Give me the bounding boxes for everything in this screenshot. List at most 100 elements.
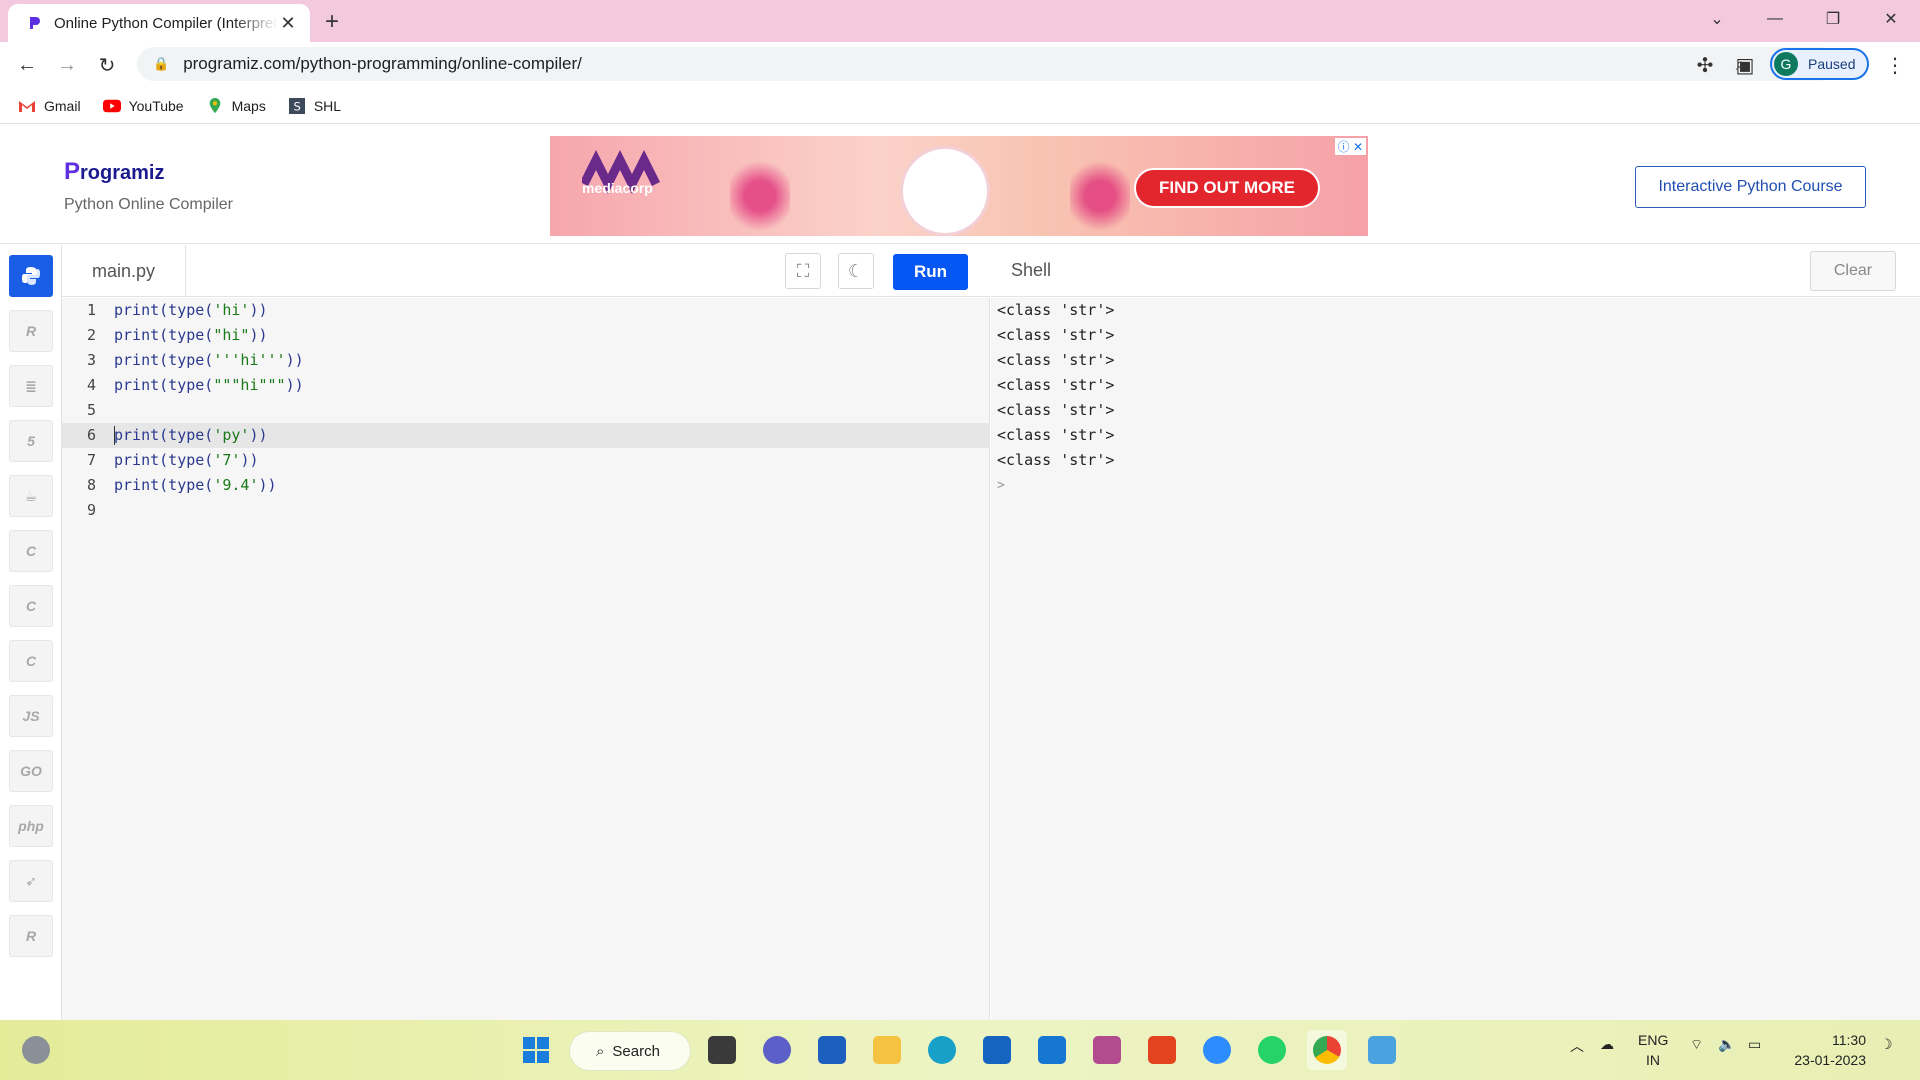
shell-prompt[interactable]: > [997,473,1005,498]
l-app-icon[interactable] [1032,1030,1072,1070]
output-line: <class 'str'> [997,451,1115,469]
line-number: 9 [86,501,96,519]
task-view-icon[interactable] [702,1030,742,1070]
ad-info-icon[interactable]: ⓘ ✕ [1334,138,1366,155]
search-icon: ⌕ [596,1042,605,1060]
shell-output[interactable]: <class 'str'> <class 'str'> <class 'str'… [991,298,1920,1020]
system-clock[interactable]: 11:30 23-01-2023 [1790,1030,1866,1070]
back-icon[interactable]: ← [12,50,42,80]
tab-search-icon[interactable]: ⌄ [1688,0,1746,38]
output-line: <class 'str'> [997,376,1115,394]
notepad-icon[interactable] [1362,1030,1402,1070]
lang-rust-icon[interactable]: R [9,915,53,957]
chrome-icon[interactable] [1307,1030,1347,1070]
line-number: 6 [86,426,96,444]
run-button[interactable]: Run [893,254,968,290]
code-line[interactable]: 5 [62,398,990,423]
interactive-course-button[interactable]: Interactive Python Course [1635,166,1866,208]
profile-button[interactable]: G Paused [1770,48,1870,80]
fullscreen-icon[interactable]: ⛶ [785,253,821,289]
office-icon[interactable] [1142,1030,1182,1070]
lang-csharp-icon[interactable]: C [9,640,53,682]
lang-go-icon[interactable]: GO [9,750,53,792]
profile-status: Paused [1808,56,1856,72]
clear-button[interactable]: Clear [1810,251,1896,291]
close-window-icon[interactable]: ✕ [1862,0,1920,38]
reload-icon[interactable]: ↻ [92,50,122,80]
line-number: 4 [86,376,96,394]
wifi-icon[interactable]: ⌔ [1690,1036,1703,1054]
input-language[interactable]: ENG IN [1638,1030,1668,1070]
file-explorer-icon[interactable] [867,1030,907,1070]
forward-icon[interactable]: → [52,50,82,80]
lang-php-icon[interactable]: php [9,805,53,847]
lang-r-icon[interactable]: R [9,310,53,352]
clock-date: 23-01-2023 [1794,1052,1866,1068]
bookmark-youtube[interactable]: YouTube [102,98,184,114]
gmail-icon [19,100,35,112]
code-text: print(type('7')) [114,451,259,469]
output-line: <class 'str'> [997,326,1115,344]
lock-icon[interactable]: 🔒 [153,56,169,72]
code-line[interactable]: 8 print(type('9.4')) [62,473,990,498]
code-line[interactable]: 1 print(type('hi')) [62,298,990,323]
firecracker-decoration [730,156,790,236]
start-icon[interactable] [516,1030,556,1070]
code-line-active[interactable]: 6 print(type('py')) [62,423,990,448]
dark-mode-icon[interactable]: ☾ [838,253,874,289]
code-line[interactable]: 4 print(type("""hi""")) [62,373,990,398]
volume-icon[interactable]: 🔈 [1718,1036,1735,1053]
code-text: print(type("""hi""")) [114,376,304,394]
tab-close-icon[interactable]: ✕ [278,13,298,34]
lang-c-icon[interactable]: C [9,530,53,572]
edge-icon[interactable] [922,1030,962,1070]
bookmark-maps[interactable]: Maps [206,97,266,114]
line-number: 5 [86,401,96,419]
url-text[interactable]: programiz.com/python-programming/online-… [183,54,1735,74]
code-line[interactable]: 3 print(type('''hi''')) [62,348,990,373]
line-number: 1 [86,301,96,319]
lang-cpp-icon[interactable]: C [9,585,53,627]
lang-js-icon[interactable]: JS [9,695,53,737]
lang-html-icon[interactable]: 5 [9,420,53,462]
menu-icon[interactable]: ⋮ [1880,50,1910,80]
new-tab-icon[interactable]: + [325,8,339,36]
ad-banner[interactable]: mediacorp FIND OUT MORE ⓘ ✕ [550,136,1368,236]
output-line: <class 'str'> [997,426,1115,444]
onedrive-icon[interactable]: ☁ [1600,1036,1614,1053]
store-icon[interactable] [812,1030,852,1070]
lang-python-icon[interactable] [9,255,53,297]
code-line[interactable]: 2 print(type("hi")) [62,323,990,348]
page-subtitle: Python Online Compiler [64,196,233,213]
restore-icon[interactable]: ❐ [1804,0,1862,38]
whatsapp-icon[interactable] [1252,1030,1292,1070]
battery-icon[interactable]: ▭ [1748,1036,1761,1053]
address-bar[interactable]: 🔒 programiz.com/python-programming/onlin… [137,47,1837,81]
focus-icon[interactable]: ☽ [1880,1036,1893,1053]
programiz-favicon-icon [30,17,40,29]
logo-text: rogramiz [80,162,165,184]
browser-tab[interactable]: Online Python Compiler (Interpreter) ✕ [8,4,310,42]
ad-cta-button[interactable]: FIND OUT MORE [1134,168,1320,208]
bookmark-gmail[interactable]: Gmail [18,98,81,114]
show-hidden-icons-icon[interactable]: ︿ [1570,1036,1584,1056]
bookmark-shl[interactable]: S SHL [288,97,341,114]
lang-java-icon[interactable]: ☕ [9,475,53,517]
minimize-icon[interactable]: — [1746,0,1804,38]
code-line[interactable]: 9 [62,498,990,523]
taskbar-search[interactable]: ⌕ Search [570,1032,690,1070]
side-panel-icon[interactable]: ▣ [1730,50,1760,80]
zoom-icon[interactable] [1197,1030,1237,1070]
widgets-icon[interactable] [16,1030,56,1070]
teams-chat-icon[interactable] [757,1030,797,1070]
code-editor[interactable]: 1 print(type('hi')) 2 print(type("hi")) 3p… [62,298,990,1020]
mail-icon[interactable] [977,1030,1017,1070]
lang-sql-icon[interactable]: ≣ [9,365,53,407]
extensions-icon[interactable]: ✣ [1690,50,1720,80]
programiz-logo[interactable]: Programiz [64,158,164,186]
lang-swift-icon[interactable]: ➶ [9,860,53,902]
line-number: 7 [86,451,96,469]
file-tab[interactable]: main.py [62,245,186,297]
code-line[interactable]: 7 print(type('7')) [62,448,990,473]
app-icon[interactable] [1087,1030,1127,1070]
